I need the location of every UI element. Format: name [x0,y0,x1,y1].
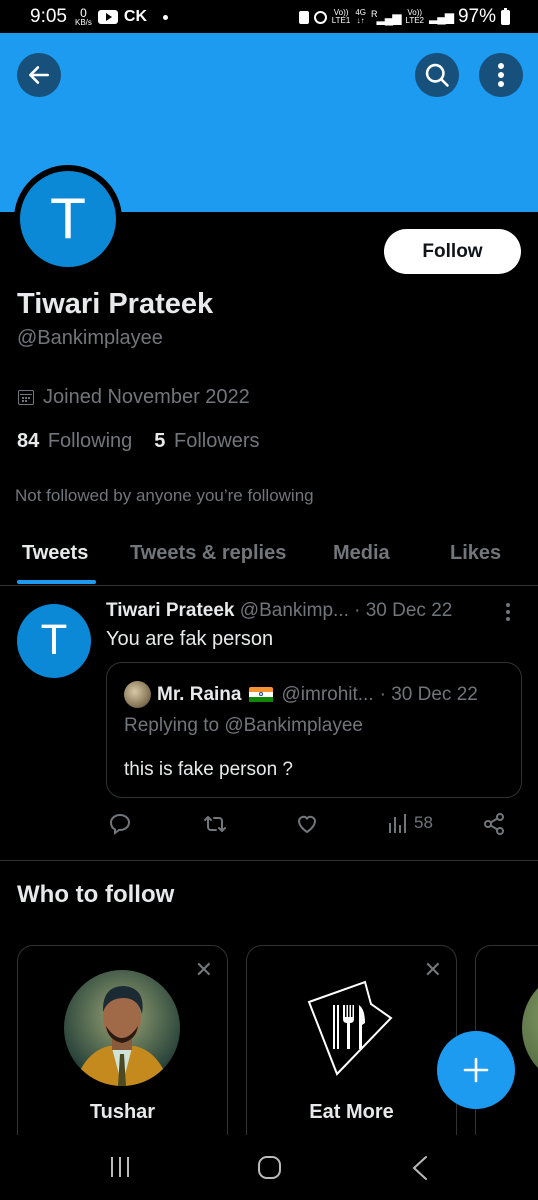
clock: 9:05 [30,6,67,27]
following-link[interactable]: 84 Following [17,430,132,453]
sim2-volte: Vo)) LTE2 [405,9,424,25]
notification-dot-icon [163,14,168,20]
followers-link[interactable]: 5 Followers [154,430,259,453]
tweet-date: · 30 Dec 22 [354,600,453,621]
close-icon[interactable]: ✕ [424,959,442,981]
quoted-replying-to: Replying to @Bankimplayee [124,715,363,736]
mutual-followers-note: Not followed by anyone you’re following [15,486,314,505]
following-label: Following [47,430,133,452]
tweet-author-handle: @Bankimp... [239,600,349,621]
back-icon[interactable] [410,1155,430,1181]
sim1-volte-bottom: LTE1 [331,16,351,25]
data-rate: 0 KB/s [74,5,92,27]
search-icon [425,63,449,87]
tab-tweets[interactable]: Tweets [22,542,88,565]
active-tab-indicator [17,580,96,584]
person-portrait-image [64,970,180,1086]
retweet-button[interactable] [202,812,228,836]
tab-tweets-replies[interactable]: Tweets & replies [130,542,286,565]
signal-sim2-icon: ▂▄▆ [429,10,454,24]
followers-label: Followers [173,430,260,452]
tab-media[interactable]: Media [333,542,390,565]
data-arrows-icon: ↓↑ [356,16,365,25]
close-icon[interactable]: ✕ [195,959,213,981]
recycle-icon [298,10,309,24]
suggestion-name[interactable]: Tushar [18,1101,227,1124]
data-rate-value: 0 [80,5,87,20]
profile-handle: @Bankimplayee [17,327,163,349]
quoted-author-avatar [124,681,151,708]
arrow-left-icon [29,66,49,84]
reply-icon [109,813,131,835]
tweet-avatar[interactable]: T [17,604,91,678]
system-nav-bar [0,1135,538,1200]
follow-stats: 84 Following 5 Followers [17,430,260,453]
tweet-header: Tiwari Prateek @Bankimp... · 30 Dec 22 [106,600,452,622]
tweet-text: You are fak person [106,628,274,650]
more-vertical-icon [498,63,504,87]
heart-icon [297,815,317,834]
suggestion-name[interactable]: Eat More [247,1101,456,1124]
battery-icon [501,7,510,25]
tweet-actions: 58 [106,812,516,840]
quoted-author-name: Mr. Raina [157,683,242,705]
status-bar: 9:05 0 KB/s CK Vo)) LTE1 4G ↓↑ R▂▄▆ Vo))… [0,0,538,33]
follow-button[interactable]: Follow [384,229,521,274]
tweet[interactable]: T Tiwari Prateek @Bankimp... · 30 Dec 22… [0,587,538,861]
india-flag-icon [249,686,274,703]
back-button[interactable] [17,53,61,97]
roaming-indicator: R [371,9,377,19]
profile-avatar-initial: T [20,171,116,267]
share-button[interactable] [482,812,506,836]
suggestion-avatar[interactable] [64,970,180,1086]
sim2-volte-bottom: LTE2 [405,16,424,25]
network-type: 4G ↓↑ [355,9,366,25]
quoted-tweet-header: Mr. Raina @imrohit... · 30 Dec 22 [124,681,478,708]
restaurant-logo-image [293,970,409,1086]
follow-suggestion-card[interactable]: ✕ Tushar [17,945,228,1145]
data-rate-unit: KB/s [74,17,92,27]
search-button[interactable] [415,53,459,97]
plus-icon [463,1057,489,1083]
alarm-icon [313,10,327,24]
who-to-follow-title: Who to follow [17,881,175,908]
more-options-button[interactable] [479,53,523,97]
tweet-author-name[interactable]: Tiwari Prateek [106,600,235,621]
quoted-tweet-text: this is fake person ? [124,759,293,780]
joined-text: Joined November 2022 [43,386,250,408]
quoted-author-handle: @imrohit... [281,683,374,705]
following-count: 84 [17,430,40,452]
calendar-icon [18,390,34,405]
tab-likes[interactable]: Likes [450,542,501,565]
like-button[interactable] [295,812,319,836]
views-count: 58 [414,813,433,832]
recents-icon[interactable] [108,1155,132,1179]
battery-percent: 97% [457,6,496,27]
follow-suggestion-card[interactable]: ✕ Eat More [246,945,457,1145]
profile-avatar[interactable]: T [14,165,122,273]
views-chart-icon [389,814,406,833]
suggestion-avatar[interactable] [522,970,538,1086]
quoted-tweet-date: · 30 Dec 22 [379,683,478,705]
sim1-volte: Vo)) LTE1 [332,9,351,25]
followers-count: 5 [154,430,166,452]
compose-tweet-button[interactable] [437,1031,515,1109]
tweet-more-icon[interactable] [503,602,513,622]
joined-date: Joined November 2022 [18,386,250,409]
youtube-icon [97,10,118,24]
home-icon[interactable] [257,1155,282,1180]
signal-sim1-icon: R▂▄▆ [371,9,401,25]
quoted-tweet[interactable]: Mr. Raina @imrohit... · 30 Dec 22 Replyi… [106,662,522,798]
share-icon [484,813,504,835]
suggestion-avatar[interactable] [293,970,409,1086]
profile-tabs: Tweets Tweets & replies Media Likes [0,530,538,586]
retweet-icon [204,816,226,832]
reply-button[interactable] [108,812,132,836]
display-name: Tiwari Prateek [17,288,214,320]
carrier-tag: CK [123,8,147,25]
views-button[interactable]: 58 [388,812,433,834]
